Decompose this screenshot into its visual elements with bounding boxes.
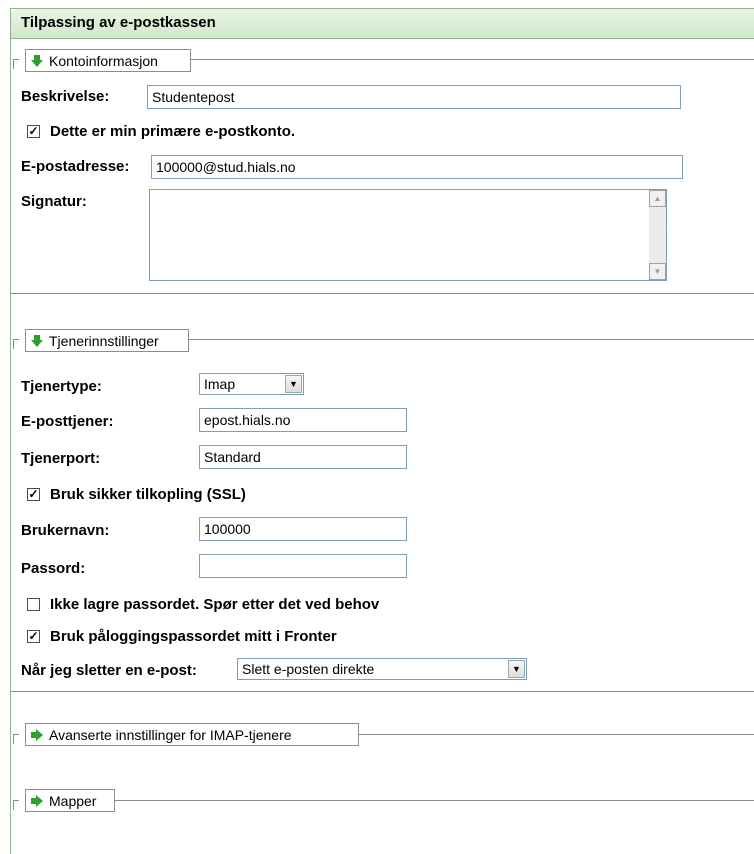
fronter-password-label: Bruk påloggingspassordet mitt i Fronter bbox=[50, 628, 337, 645]
signature-scrollbar[interactable]: ▲ ▼ bbox=[649, 190, 666, 280]
email-input[interactable]: 100000@stud.hials.no bbox=[151, 155, 683, 179]
green-down-arrow-icon bbox=[31, 334, 43, 347]
section-divider bbox=[11, 293, 754, 294]
section-corner bbox=[13, 59, 19, 69]
ssl-checkbox-row[interactable]: ✓ Bruk sikker tilkopling (SSL) bbox=[27, 486, 246, 503]
server-port-label: Tjenerport: bbox=[21, 450, 101, 467]
primary-account-checkbox-row[interactable]: ✓ Dette er min primære e-postkonto. bbox=[27, 123, 295, 140]
scroll-down-arrow-icon[interactable]: ▼ bbox=[649, 263, 666, 280]
username-label: Brukernavn: bbox=[21, 522, 110, 539]
green-down-arrow-icon bbox=[31, 54, 43, 67]
server-type-select[interactable]: Imap ▼ bbox=[199, 373, 304, 395]
signature-label: Signatur: bbox=[21, 193, 87, 210]
nosave-password-checkbox-row[interactable]: Ikke lagre passordet. Spør etter det ved… bbox=[27, 596, 379, 613]
legend-label: Mapper bbox=[49, 792, 97, 809]
mail-server-input[interactable]: epost.hials.no bbox=[199, 408, 407, 432]
primary-account-checkbox[interactable]: ✓ bbox=[27, 125, 40, 138]
green-right-arrow-icon bbox=[31, 728, 43, 741]
section-corner bbox=[13, 800, 19, 810]
legend-label: Kontoinformasjon bbox=[49, 52, 158, 69]
on-delete-select[interactable]: Slett e-posten direkte ▼ bbox=[237, 658, 527, 680]
section-top-line bbox=[115, 800, 754, 801]
server-port-input[interactable]: Standard bbox=[199, 445, 407, 469]
on-delete-label: Når jeg sletter en e-post: bbox=[21, 662, 197, 679]
section-legend-server[interactable]: Tjenerinnstillinger bbox=[25, 329, 189, 352]
section-top-line bbox=[189, 339, 754, 340]
signature-textarea[interactable]: ▲ ▼ bbox=[149, 189, 667, 281]
legend-label: Tjenerinnstillinger bbox=[49, 332, 159, 349]
on-delete-value: Slett e-posten direkte bbox=[242, 661, 375, 677]
email-label: E-postadresse: bbox=[21, 158, 130, 175]
password-input[interactable] bbox=[199, 554, 407, 578]
server-type-label: Tjenertype: bbox=[21, 378, 102, 395]
ssl-checkbox[interactable]: ✓ bbox=[27, 488, 40, 501]
mailbox-settings-panel: Tilpassing av e-postkassen Kontoinformas… bbox=[10, 8, 754, 854]
section-top-line bbox=[191, 59, 754, 60]
ssl-label: Bruk sikker tilkopling (SSL) bbox=[50, 486, 246, 503]
legend-label: Avanserte innstillinger for IMAP-tjenere bbox=[49, 726, 292, 743]
username-input[interactable]: 100000 bbox=[199, 517, 407, 541]
fronter-password-checkbox-row[interactable]: ✓ Bruk påloggingspassordet mitt i Fronte… bbox=[27, 628, 337, 645]
section-corner bbox=[13, 339, 19, 349]
password-label: Passord: bbox=[21, 560, 86, 577]
section-corner bbox=[13, 734, 19, 744]
section-legend-folders[interactable]: Mapper bbox=[25, 789, 115, 812]
description-label: Beskrivelse: bbox=[21, 88, 110, 105]
nosave-password-checkbox[interactable] bbox=[27, 598, 40, 611]
scroll-up-arrow-icon[interactable]: ▲ bbox=[649, 190, 666, 207]
primary-account-label: Dette er min primære e-postkonto. bbox=[50, 123, 296, 140]
panel-title: Tilpassing av e-postkassen bbox=[21, 14, 216, 31]
nosave-password-label: Ikke lagre passordet. Spør etter det ved… bbox=[50, 596, 380, 613]
mail-server-label: E-posttjener: bbox=[21, 413, 114, 430]
description-input[interactable]: Studentepost bbox=[147, 85, 681, 109]
section-legend-advanced[interactable]: Avanserte innstillinger for IMAP-tjenere bbox=[25, 723, 359, 746]
chevron-down-icon[interactable]: ▼ bbox=[285, 375, 302, 393]
fronter-password-checkbox[interactable]: ✓ bbox=[27, 630, 40, 643]
chevron-down-icon[interactable]: ▼ bbox=[508, 660, 525, 678]
panel-titlebar: Tilpassing av e-postkassen bbox=[11, 9, 754, 39]
server-type-value: Imap bbox=[204, 376, 236, 392]
green-right-arrow-icon bbox=[31, 794, 43, 807]
section-divider bbox=[11, 691, 754, 692]
section-top-line bbox=[359, 734, 754, 735]
section-legend-account[interactable]: Kontoinformasjon bbox=[25, 49, 191, 72]
